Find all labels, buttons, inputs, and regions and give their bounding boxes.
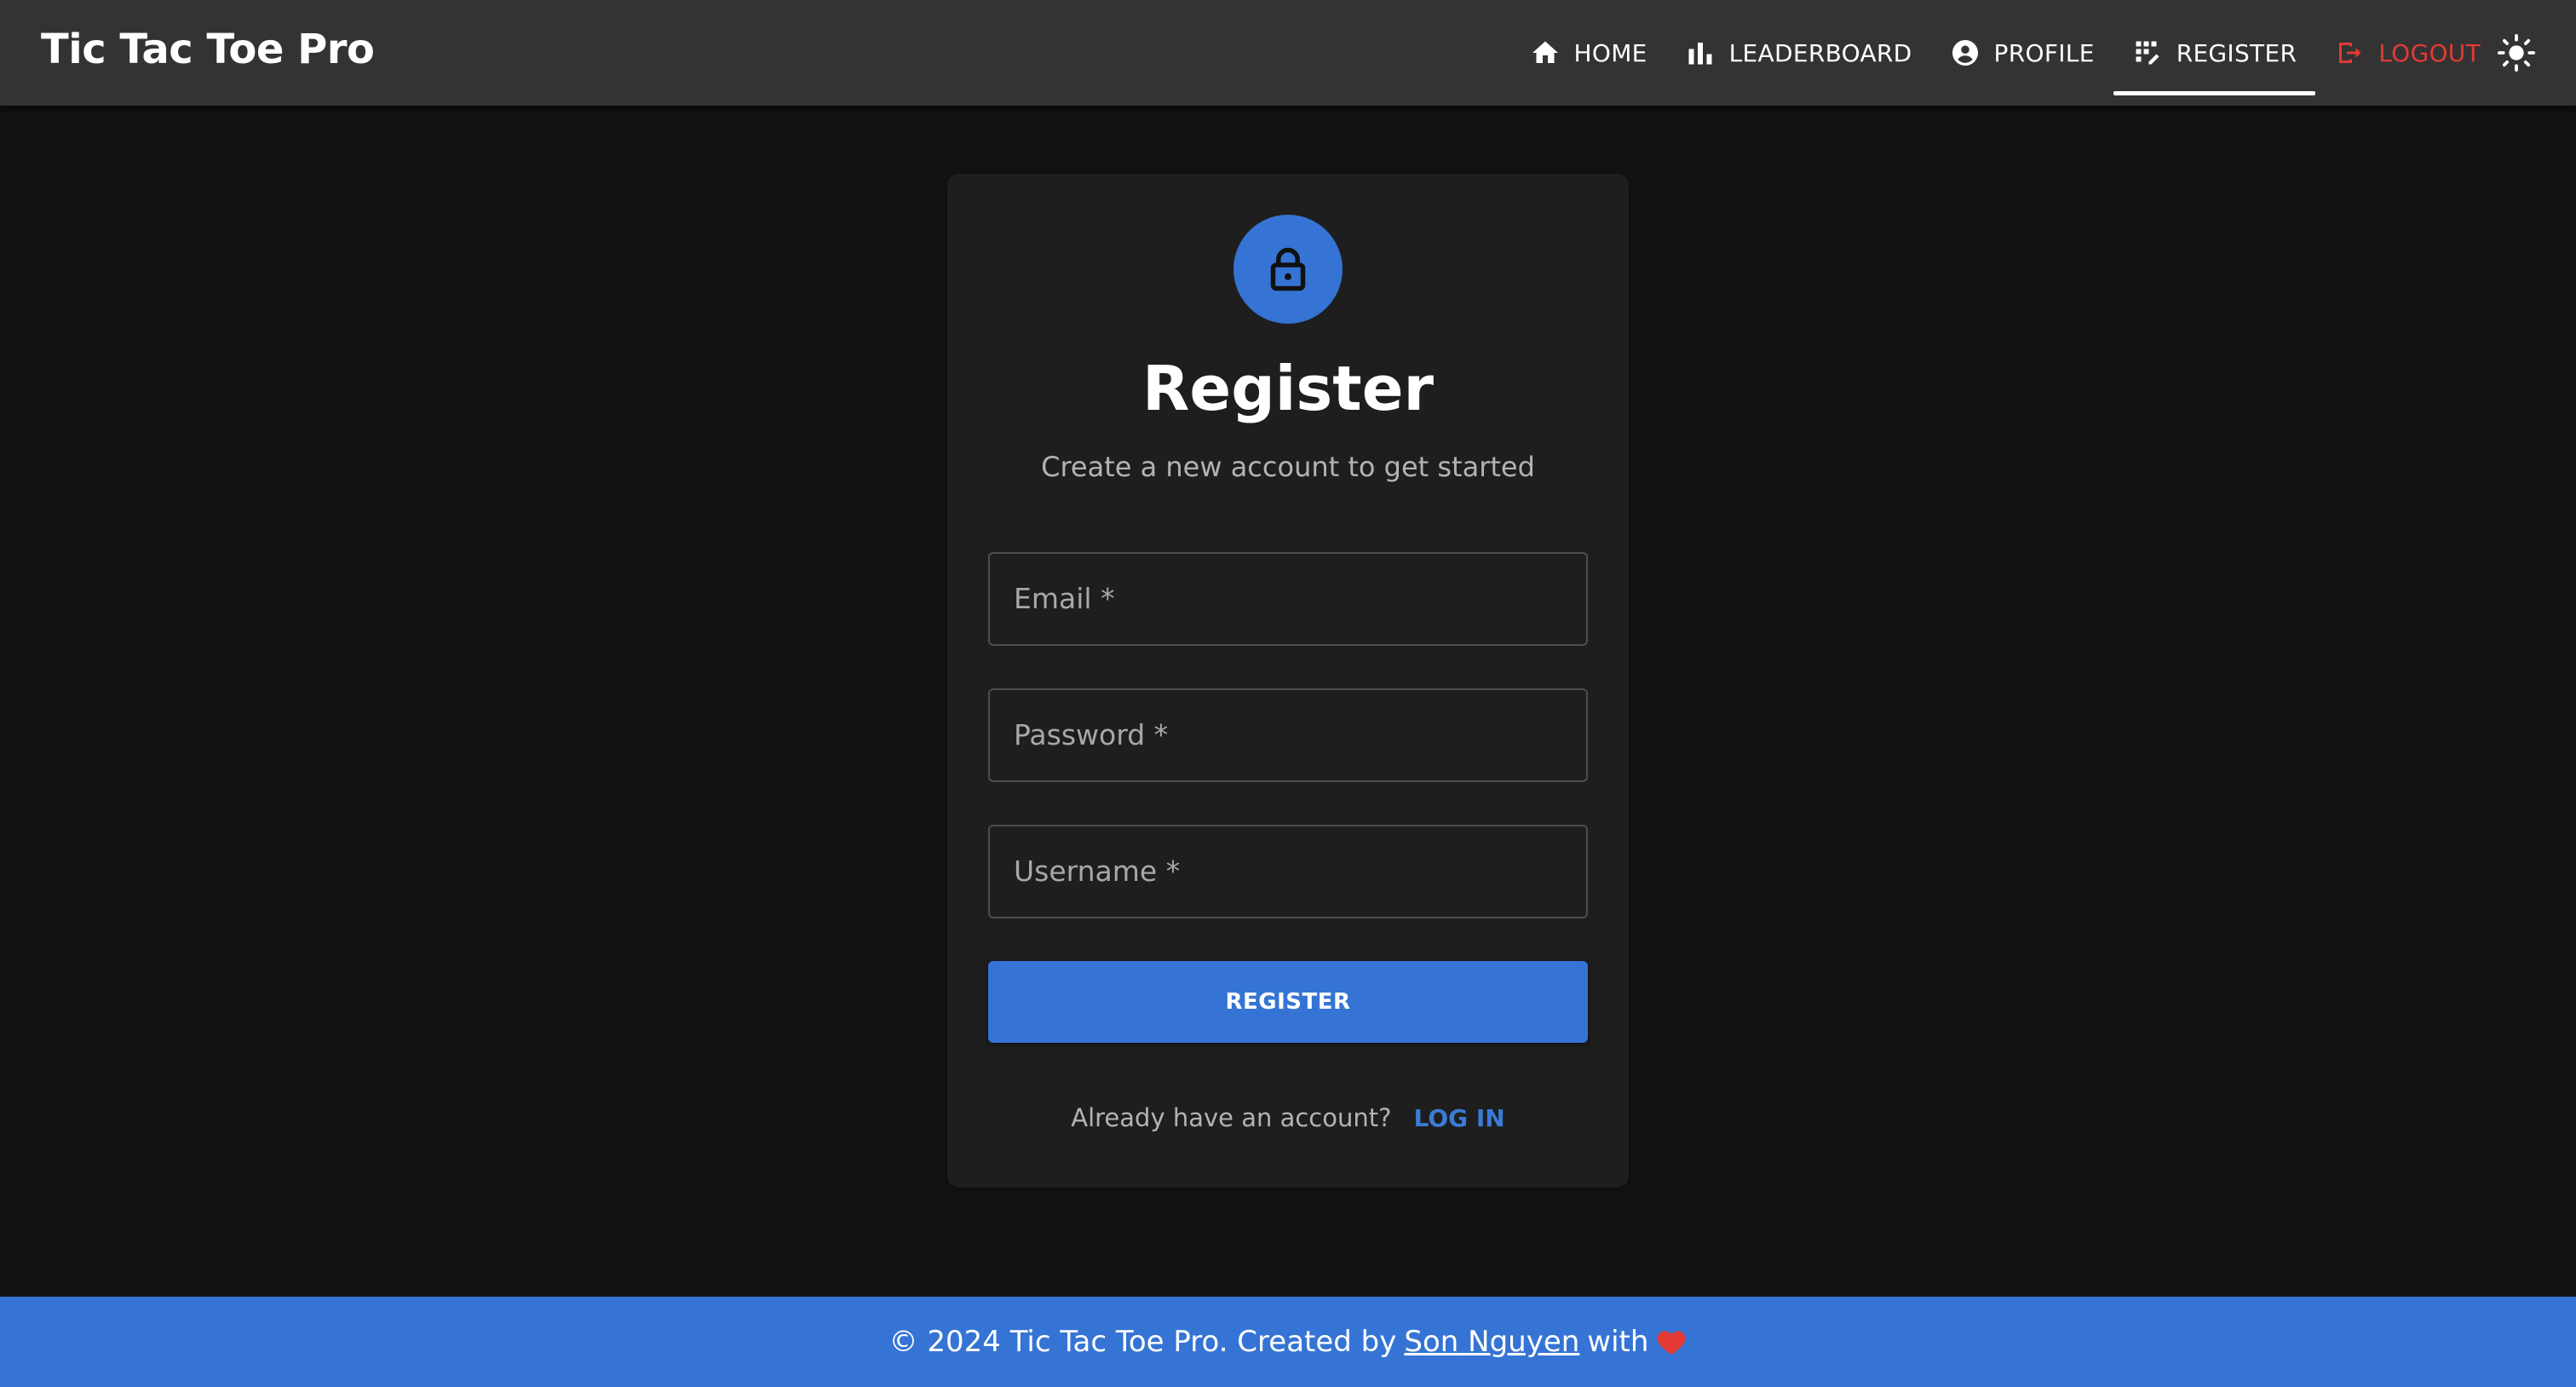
nav-profile-label: PROFILE [1993,38,2095,67]
theme-toggle-button[interactable] [2493,29,2540,77]
lock-avatar [1233,215,1343,324]
register-card: Register Create a new account to get sta… [947,174,1629,1188]
page-subtitle: Create a new account to get started [1041,451,1535,483]
login-prompt-row: Already have an account? LOG IN [947,1094,1629,1142]
footer: © 2024 Tic Tac Toe Pro. Created by Son N… [0,1297,2576,1387]
username-field-label: Username * [1014,855,1181,888]
app-registration-icon [2136,41,2159,65]
bar-chart-icon [1688,43,1712,65]
logout-icon [2339,43,2361,63]
footer-copyright: © 2024 Tic Tac Toe Pro. Created by [888,1325,1397,1359]
heart-icon [1658,1331,1686,1355]
nav-register[interactable]: REGISTER [2113,10,2316,95]
footer-suffix: with [1587,1325,1649,1359]
home-icon [1532,41,1558,63]
nav-home[interactable]: HOME [1511,10,1666,95]
main-nav: HOME LEADERBOARD PROFILE REGISTER LOGOUT [1511,0,2500,106]
nav-profile[interactable]: PROFILE [1931,10,2113,95]
username-field[interactable]: Username * [988,825,1588,918]
brand-title[interactable]: Tic Tac Toe Pro [41,24,375,75]
page-title: Register [1141,353,1435,424]
nav-logout[interactable]: LOGOUT [2315,10,2499,95]
nav-leaderboard-label: LEADERBOARD [1728,38,1912,67]
email-field[interactable]: Email * [988,552,1588,646]
password-field-label: Password * [1014,718,1169,751]
sun-icon [2497,33,2536,72]
nav-home-label: HOME [1573,38,1647,67]
password-field[interactable]: Password * [988,688,1588,782]
login-link[interactable]: LOG IN [1414,1104,1505,1132]
nav-leaderboard[interactable]: LEADERBOARD [1666,10,1931,95]
lock-icon [1270,247,1306,291]
login-prompt-text: Already have an account? [1071,1103,1392,1132]
nav-logout-label: LOGOUT [2378,38,2481,67]
account-circle-icon [1952,40,1978,66]
footer-author-link[interactable]: Son Nguyen [1404,1325,1579,1359]
nav-register-label: REGISTER [2176,38,2297,67]
app-bar: Tic Tac Toe Pro HOME LEADERBOARD PROFILE [0,0,2576,106]
email-field-label: Email * [1014,582,1115,615]
register-button[interactable]: REGISTER [988,961,1588,1043]
